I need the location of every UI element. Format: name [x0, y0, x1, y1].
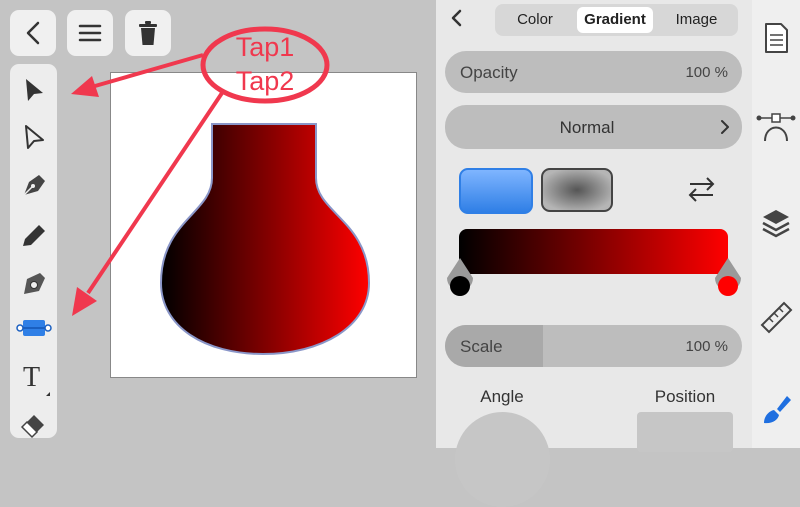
svg-text:T: T [23, 362, 40, 393]
path-panel-button[interactable] [756, 107, 796, 147]
swap-arrows-icon[interactable] [686, 175, 718, 203]
chevron-right-icon [721, 120, 729, 134]
tab-image[interactable]: Image [659, 7, 734, 33]
tool-gradient[interactable] [10, 308, 57, 352]
tool-eraser[interactable] [10, 402, 57, 446]
tap1-label: Tap1 [235, 32, 295, 62]
text-tool-icon: T [23, 362, 50, 396]
flask-shape[interactable] [111, 73, 416, 377]
tab-color[interactable]: Color [499, 7, 571, 33]
gradient-stop-start[interactable] [445, 258, 475, 302]
blend-mode-select[interactable]: Normal [445, 105, 742, 149]
tap2-label: Tap2 [235, 66, 295, 96]
back-button[interactable] [10, 10, 56, 56]
scale-slider[interactable]: Scale 100 % [445, 325, 742, 367]
measure-panel-button[interactable] [756, 297, 796, 337]
tool-text[interactable]: T [10, 356, 57, 400]
gradient-preview-bar[interactable] [459, 229, 728, 274]
gradient-stop-start-swatch [450, 276, 470, 296]
delete-button[interactable] [125, 10, 171, 56]
angle-dial[interactable] [455, 412, 550, 507]
chevron-left-icon [26, 21, 40, 45]
document-canvas[interactable] [110, 72, 417, 378]
tool-selection[interactable] [10, 68, 57, 112]
selection-arrow-icon [26, 79, 43, 101]
opacity-value: 100 % [685, 64, 728, 81]
tool-direct-selection[interactable] [10, 115, 57, 159]
tab-gradient[interactable]: Gradient [577, 7, 653, 33]
tool-node[interactable] [10, 261, 57, 305]
arrowhead-selection [71, 76, 99, 97]
gradient-stop-end-swatch [718, 276, 738, 296]
position-label: Position [654, 387, 716, 406]
node-tool-icon [24, 273, 45, 294]
eraser-icon [20, 415, 44, 439]
tools-palette: T [10, 64, 57, 439]
scale-value: 100 % [685, 338, 728, 355]
hamburger-menu-icon [78, 24, 102, 42]
blend-mode-value: Normal [559, 118, 615, 137]
ruler-icon [760, 301, 793, 334]
tool-pencil[interactable] [10, 213, 57, 257]
linear-gradient-type-button[interactable] [459, 168, 533, 214]
tool-pen[interactable] [10, 163, 57, 207]
scale-label: Scale [460, 337, 503, 356]
fill-type-tabs: Color Gradient Image [495, 4, 738, 36]
position-pad[interactable] [637, 412, 733, 452]
opacity-slider[interactable]: Opacity 100 % [445, 51, 742, 93]
document-panel-button[interactable] [756, 18, 796, 58]
gradient-tool-icon [16, 320, 52, 336]
pencil-icon [23, 225, 45, 246]
fill-panel-button[interactable] [756, 390, 796, 430]
bezier-curve-icon [756, 113, 796, 142]
paintbrush-icon [764, 396, 791, 424]
document-icon [765, 23, 788, 53]
trash-icon [139, 21, 157, 45]
gradient-stop-end[interactable] [713, 258, 743, 302]
angle-label: Angle [480, 387, 524, 406]
radial-gradient-type-button[interactable] [541, 168, 613, 212]
opacity-label: Opacity [460, 63, 518, 82]
layers-panel-button[interactable] [756, 204, 796, 244]
arrowhead-gradient [72, 287, 97, 316]
direct-selection-icon [25, 125, 44, 149]
layers-icon [762, 210, 790, 238]
panel-back-icon[interactable] [444, 6, 470, 32]
menu-button[interactable] [67, 10, 113, 56]
pen-nib-icon [23, 175, 45, 196]
